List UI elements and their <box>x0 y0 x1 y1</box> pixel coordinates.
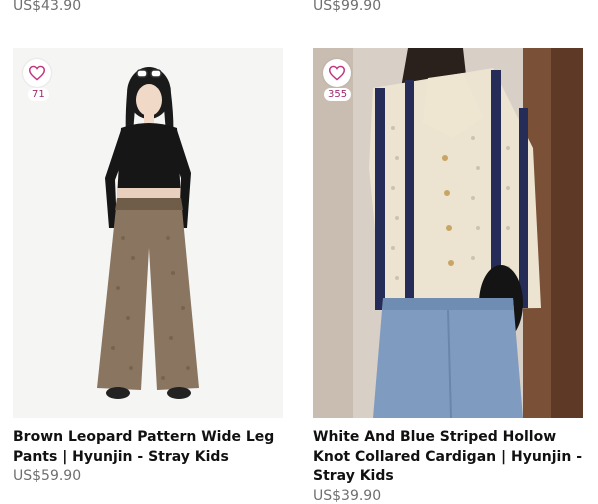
product-image[interactable]: 355 <box>313 48 583 418</box>
wishlist-count: 355 <box>324 88 352 101</box>
wishlist-button[interactable] <box>323 59 351 87</box>
product-price: US$59.90 <box>13 468 82 484</box>
product-title[interactable]: Brown Leopard Pattern Wide Leg Pants | H… <box>13 428 283 467</box>
wishlist-count: 71 <box>28 88 49 101</box>
product-price: US$39.90 <box>313 487 382 504</box>
heart-icon <box>328 65 346 81</box>
product-title[interactable]: White And Blue Striped Hollow Knot Colla… <box>313 428 583 487</box>
product-card[interactable]: 71 Brown Leopard Pattern Wide Leg Pants … <box>13 48 283 484</box>
prev-row-price-left: US$43.90 <box>13 0 82 14</box>
heart-icon <box>28 65 46 81</box>
product-card[interactable]: 355 White And Blue Striped Hollow Knot C… <box>313 48 583 504</box>
prev-row-price-right: US$99.90 <box>313 0 382 14</box>
product-image[interactable]: 71 <box>13 48 283 418</box>
wishlist-button[interactable] <box>23 59 51 87</box>
